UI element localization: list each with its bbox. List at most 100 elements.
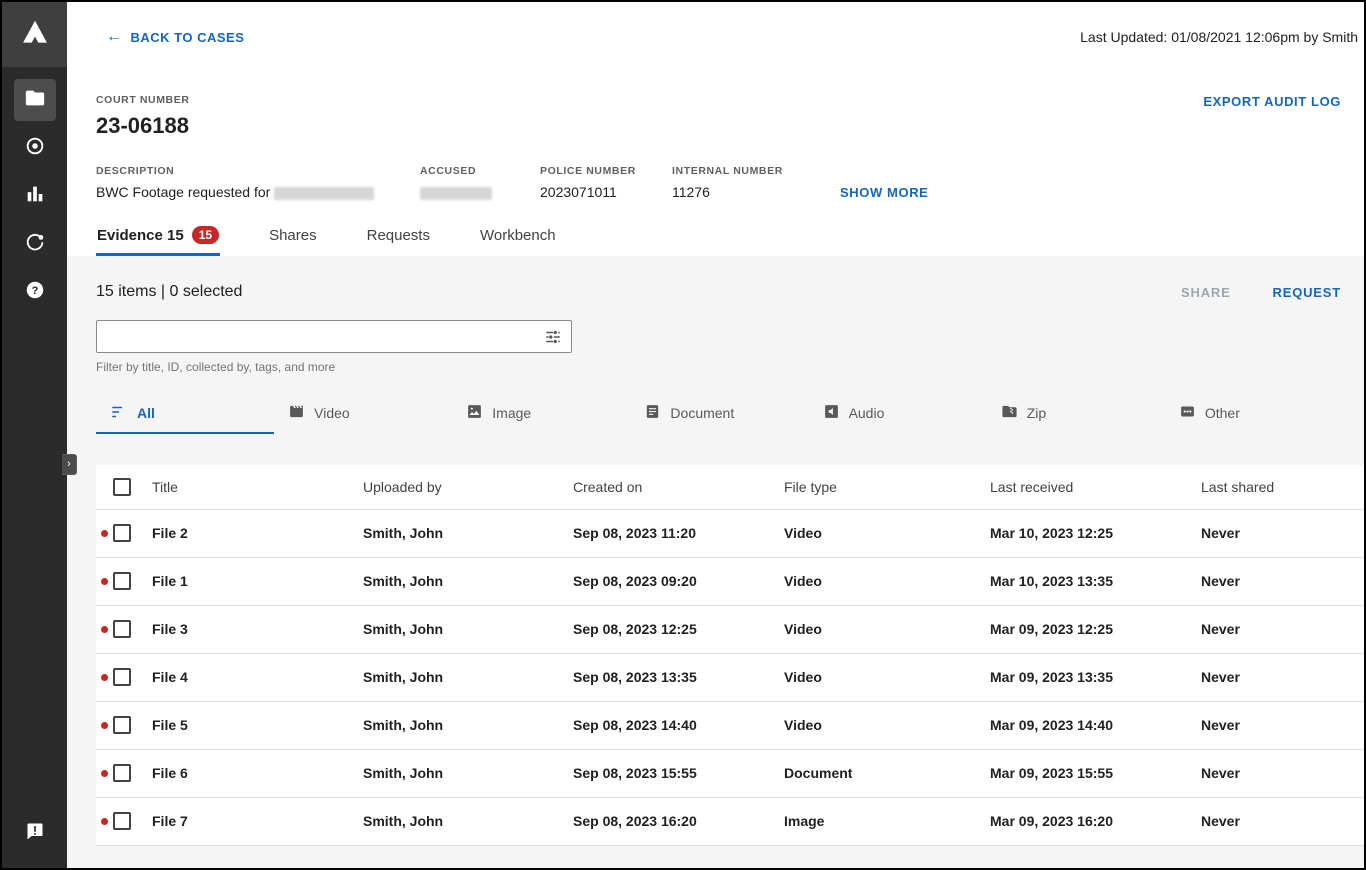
evidence-table-body: File 2 Smith, John Sep 08, 2023 11:20 Vi… [96, 509, 1364, 845]
table-row[interactable]: File 3 Smith, John Sep 08, 2023 12:25 Vi… [96, 605, 1364, 653]
sidebar-item-cases[interactable] [14, 79, 56, 121]
cell-file-type: Image [784, 797, 990, 845]
case-header: COURT NUMBER 23-06188 EXPORT AUDIT LOG D… [67, 72, 1364, 256]
tab-evidence-label: Evidence 15 [97, 227, 184, 244]
export-audit-log-link[interactable]: EXPORT AUDIT LOG [1203, 94, 1341, 109]
sidebar-item-protect[interactable] [14, 223, 56, 265]
cell-last-received: Mar 09, 2023 13:35 [990, 653, 1201, 701]
cell-last-shared: Never [1201, 509, 1364, 557]
column-header-last-received[interactable]: Last received [990, 465, 1201, 509]
tab-requests[interactable]: Requests [366, 217, 431, 256]
sidebar: ? [2, 2, 67, 868]
cell-title: File 6 [152, 749, 363, 797]
table-row[interactable]: File 6 Smith, John Sep 08, 2023 15:55 Do… [96, 749, 1364, 797]
column-header-created-on[interactable]: Created on [573, 465, 784, 509]
help-icon: ? [24, 279, 46, 306]
cell-created-on: Sep 08, 2023 16:20 [573, 797, 784, 845]
cell-title: File 4 [152, 653, 363, 701]
table-row[interactable]: File 7 Smith, John Sep 08, 2023 16:20 Im… [96, 797, 1364, 845]
cell-last-shared: Never [1201, 797, 1364, 845]
filter-tab-all[interactable]: All [96, 394, 274, 434]
unviewed-dot-icon [101, 770, 108, 777]
filter-tab-video[interactable]: Video [274, 394, 452, 434]
search-input[interactable] [96, 320, 572, 353]
police-number-label: POLICE NUMBER [540, 165, 648, 177]
filter-tab-other[interactable]: Other [1165, 394, 1343, 434]
column-header-uploaded-by[interactable]: Uploaded by [363, 465, 573, 509]
row-checkbox[interactable] [113, 668, 131, 686]
column-header-file-type[interactable]: File type [784, 465, 990, 509]
evidence-table: Title Uploaded by Created on File type L… [96, 465, 1364, 846]
tab-workbench[interactable]: Workbench [479, 217, 557, 256]
filter-tab-document[interactable]: Document [630, 394, 808, 434]
type-filter-tabs: All Video Image [96, 394, 1364, 434]
filter-tab-audio[interactable]: Audio [809, 394, 987, 434]
unviewed-dot-icon [101, 578, 108, 585]
filter-tab-image[interactable]: Image [452, 394, 630, 434]
court-number-label: COURT NUMBER [96, 94, 190, 106]
feedback-icon [25, 821, 45, 846]
case-tabs: Evidence 15 15 Shares Requests Workbench [96, 217, 1341, 256]
accused-label: ACCUSED [420, 165, 516, 177]
cell-file-type: Video [784, 653, 990, 701]
filter-tab-all-label: All [137, 405, 155, 421]
cell-uploaded-by: Smith, John [363, 653, 573, 701]
filter-tab-zip[interactable]: Zip [987, 394, 1165, 434]
image-icon [466, 403, 483, 423]
table-row[interactable]: File 1 Smith, John Sep 08, 2023 09:20 Vi… [96, 557, 1364, 605]
back-link-label: BACK TO CASES [131, 30, 245, 45]
redacted-text [274, 187, 374, 200]
evidence-content: 15 items | 0 selected SHARE REQUEST Filt… [67, 256, 1364, 868]
tab-shares[interactable]: Shares [268, 217, 318, 256]
row-checkbox[interactable] [113, 524, 131, 542]
cell-last-shared: Never [1201, 605, 1364, 653]
sidebar-item-analytics[interactable] [14, 175, 56, 217]
row-checkbox[interactable] [113, 812, 131, 830]
case-meta-row: DESCRIPTION BWC Footage requested for AC… [96, 165, 1341, 202]
cell-title: File 5 [152, 701, 363, 749]
sidebar-expand-handle[interactable]: › [62, 454, 77, 475]
redacted-text [420, 187, 492, 200]
cell-title: File 2 [152, 509, 363, 557]
cell-file-type: Document [784, 749, 990, 797]
sidebar-item-feedback[interactable] [14, 812, 56, 854]
request-button[interactable]: REQUEST [1273, 285, 1341, 300]
filter-tab-image-label: Image [492, 405, 531, 421]
cell-uploaded-by: Smith, John [363, 749, 573, 797]
court-number-block: COURT NUMBER 23-06188 [96, 94, 190, 139]
cell-last-received: Mar 09, 2023 16:20 [990, 797, 1201, 845]
column-header-last-shared[interactable]: Last shared [1201, 465, 1364, 509]
row-checkbox[interactable] [113, 764, 131, 782]
cell-created-on: Sep 08, 2023 15:55 [573, 749, 784, 797]
tune-icon[interactable] [543, 327, 563, 347]
document-icon [644, 403, 661, 423]
filter-tab-zip-label: Zip [1027, 405, 1046, 421]
cell-file-type: Video [784, 557, 990, 605]
tab-evidence[interactable]: Evidence 15 15 [96, 217, 220, 256]
svg-text:?: ? [31, 284, 38, 296]
column-header-title[interactable]: Title [152, 465, 363, 509]
row-checkbox[interactable] [113, 572, 131, 590]
axon-logo[interactable] [2, 2, 67, 67]
filter-tab-other-label: Other [1205, 405, 1240, 421]
table-row[interactable]: File 4 Smith, John Sep 08, 2023 13:35 Vi… [96, 653, 1364, 701]
filter-tab-document-label: Document [670, 405, 734, 421]
row-checkbox[interactable] [113, 620, 131, 638]
cell-uploaded-by: Smith, John [363, 509, 573, 557]
row-checkbox[interactable] [113, 716, 131, 734]
police-number-field: POLICE NUMBER 2023071011 [540, 165, 648, 200]
share-button[interactable]: SHARE [1181, 285, 1231, 300]
unviewed-dot-icon [101, 674, 108, 681]
tab-requests-label: Requests [367, 227, 430, 244]
table-row[interactable]: File 5 Smith, John Sep 08, 2023 14:40 Vi… [96, 701, 1364, 749]
show-more-link[interactable]: SHOW MORE [840, 185, 928, 200]
app-window: ? › ← BACK TO CASES Last Updated: 01/08/… [0, 0, 1366, 870]
cell-uploaded-by: Smith, John [363, 557, 573, 605]
table-row[interactable]: File 2 Smith, John Sep 08, 2023 11:20 Vi… [96, 509, 1364, 557]
sidebar-item-dissemination[interactable] [14, 127, 56, 169]
sidebar-item-help[interactable]: ? [14, 271, 56, 313]
back-to-cases-link[interactable]: ← BACK TO CASES [106, 28, 244, 46]
unviewed-dot-icon [101, 530, 108, 537]
select-all-checkbox[interactable] [113, 478, 131, 496]
cell-last-received: Mar 10, 2023 13:35 [990, 557, 1201, 605]
